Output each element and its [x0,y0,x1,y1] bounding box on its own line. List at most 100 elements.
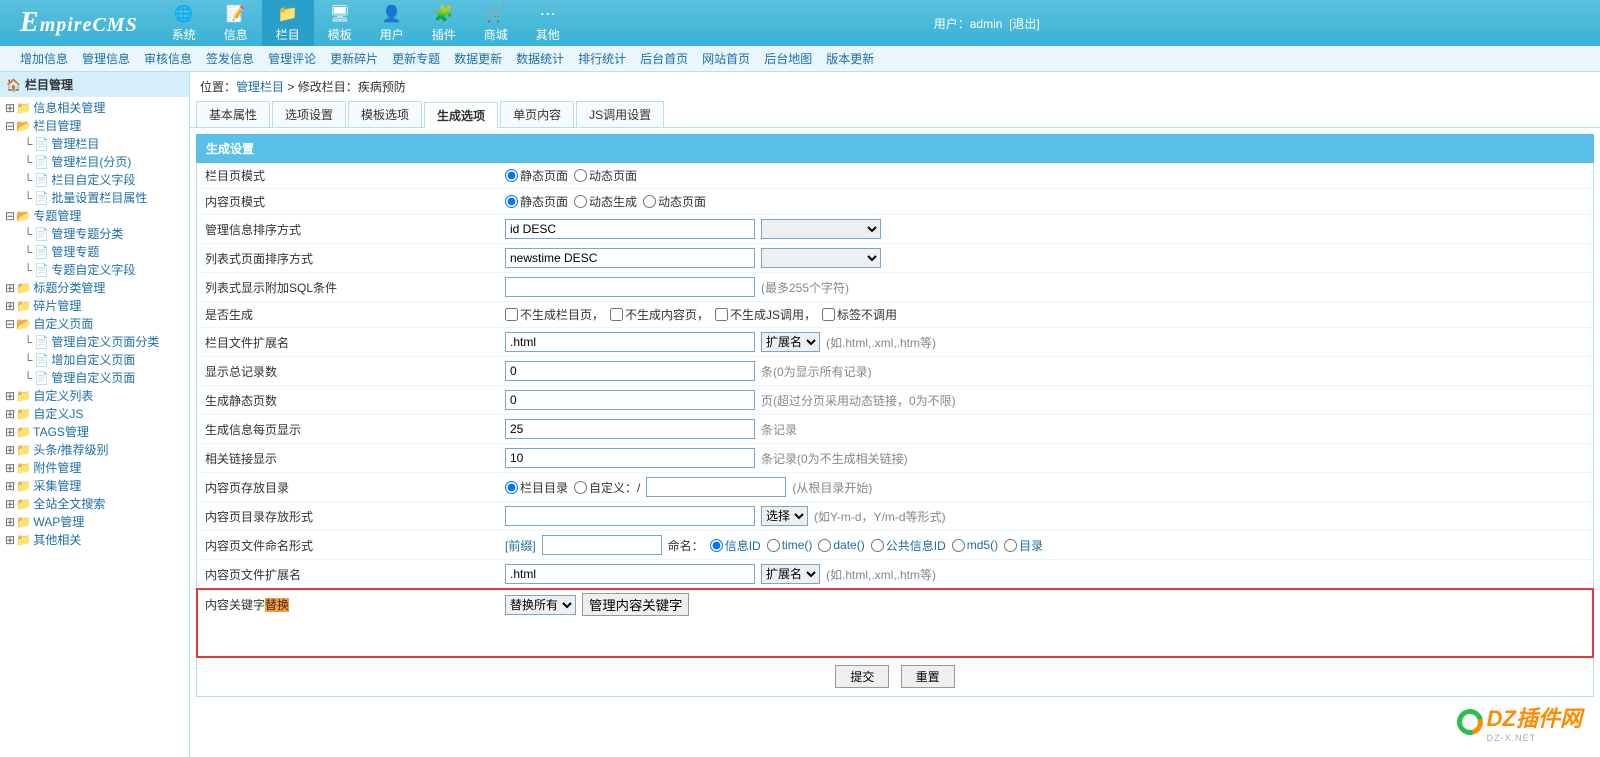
input-column-ext[interactable] [505,332,755,352]
tree-item-WAP管理[interactable]: WAP管理 [33,515,84,529]
input-per-page[interactable] [505,419,755,439]
input-content-ext[interactable] [505,564,755,584]
radio-naming-pubid[interactable]: 公共信息ID [871,537,946,554]
tree-item-采集管理[interactable]: 采集管理 [33,479,81,493]
chk-no-tag[interactable]: 标签不调用 [822,306,897,323]
tree-item-全站全文搜索[interactable]: 全站全文搜索 [33,497,105,511]
user-name-link[interactable]: admin [970,17,1003,31]
tree-item-管理专题[interactable]: 管理专题 [51,245,99,259]
tree-item-附件管理[interactable]: 附件管理 [33,461,81,475]
radio-naming-infoid[interactable]: 信息ID [710,537,761,554]
tree-item-专题自定义字段[interactable]: 专题自定义字段 [51,263,135,277]
radio-naming-md5[interactable]: md5() [952,538,998,552]
radio-naming-dir[interactable]: 目录 [1004,537,1043,554]
chk-no-column-page[interactable]: 不生成栏目页， [505,306,604,323]
input-static-pages[interactable] [505,390,755,410]
tree-toggle[interactable]: ⊞ [4,423,16,441]
radio-content-static[interactable]: 静态页面 [505,193,568,210]
select-store-format[interactable]: 选择 [761,506,808,526]
topnav-其他[interactable]: ⋯其他 [522,0,574,46]
tree-item-管理自定义页面分类[interactable]: 管理自定义页面分类 [51,335,159,349]
tree-toggle[interactable]: ⊞ [4,387,16,405]
topnav-系统[interactable]: 🌐系统 [158,0,210,46]
tree-toggle[interactable]: ⊞ [4,405,16,423]
radio-dynamic-page[interactable]: 动态页面 [574,167,637,184]
tree-item-头条/推荐级别[interactable]: 头条/推荐级别 [33,443,108,457]
select-order-list[interactable] [761,248,881,268]
tree-item-管理自定义页面[interactable]: 管理自定义页面 [51,371,135,385]
subnav-管理评论[interactable]: 管理评论 [268,50,316,67]
topnav-模板[interactable]: 🖥模板 [314,0,366,46]
tree-item-管理栏目(分页)[interactable]: 管理栏目(分页) [51,155,131,169]
tree-toggle[interactable]: ⊟ [4,315,16,333]
tree-item-栏目自定义字段[interactable]: 栏目自定义字段 [51,173,135,187]
tree-item-TAGS管理[interactable]: TAGS管理 [33,425,89,439]
logout-link[interactable]: [退出] [1009,17,1040,31]
tab-模板选项[interactable]: 模板选项 [348,101,422,127]
subnav-更新碎片[interactable]: 更新碎片 [330,50,378,67]
select-keyword-replace[interactable]: 替换所有 [505,595,576,615]
subnav-版本更新[interactable]: 版本更新 [826,50,874,67]
topnav-栏目[interactable]: 📁栏目 [262,0,314,46]
tree-toggle[interactable]: ⊞ [4,513,16,531]
tab-JS调用设置[interactable]: JS调用设置 [576,101,664,127]
tree-toggle[interactable]: ⊟ [4,207,16,225]
input-sql-condition[interactable] [505,277,755,297]
tab-选项设置[interactable]: 选项设置 [272,101,346,127]
radio-dir-custom[interactable]: 自定义：/ [574,479,640,496]
tree-toggle[interactable]: ⊞ [4,531,16,549]
tab-基本属性[interactable]: 基本属性 [196,101,270,127]
subnav-网站首页[interactable]: 网站首页 [702,50,750,67]
radio-dir-column[interactable]: 栏目目录 [505,479,568,496]
tree-item-自定义JS[interactable]: 自定义JS [33,407,83,421]
tree-item-其他相关[interactable]: 其他相关 [33,533,81,547]
select-order-manage[interactable] [761,219,881,239]
tree-item-栏目管理[interactable]: 栏目管理 [33,119,81,133]
input-store-format[interactable] [505,506,755,526]
topnav-用户[interactable]: 👤用户 [366,0,418,46]
radio-naming-time[interactable]: time() [767,538,813,552]
input-order-manage[interactable] [505,219,755,239]
input-related-links[interactable] [505,448,755,468]
tree-toggle[interactable]: ⊞ [4,459,16,477]
radio-content-dynamic[interactable]: 动态页面 [643,193,706,210]
subnav-管理信息[interactable]: 管理信息 [82,50,130,67]
radio-naming-date[interactable]: date() [818,538,864,552]
chk-no-content-page[interactable]: 不生成内容页， [610,306,709,323]
tree-item-管理专题分类[interactable]: 管理专题分类 [51,227,123,241]
tree-item-批量设置栏目属性[interactable]: 批量设置栏目属性 [51,191,147,205]
select-column-ext[interactable]: 扩展名 [761,332,820,352]
tree-toggle[interactable]: ⊞ [4,495,16,513]
tree-item-专题管理[interactable]: 专题管理 [33,209,81,223]
tab-生成选项[interactable]: 生成选项 [424,102,498,128]
topnav-商城[interactable]: 🛒商城 [470,0,522,46]
reset-button[interactable]: 重置 [901,665,955,688]
subnav-审核信息[interactable]: 审核信息 [144,50,192,67]
input-order-list[interactable] [505,248,755,268]
tree-item-标题分类管理[interactable]: 标题分类管理 [33,281,105,295]
tree-toggle[interactable]: ⊞ [4,99,16,117]
chk-no-js[interactable]: 不生成JS调用， [715,306,816,323]
tree-item-碎片管理[interactable]: 碎片管理 [33,299,81,313]
tree-toggle[interactable]: ⊟ [4,117,16,135]
subnav-后台首页[interactable]: 后台首页 [640,50,688,67]
tree-item-自定义列表[interactable]: 自定义列表 [33,389,93,403]
subnav-更新专题[interactable]: 更新专题 [392,50,440,67]
tree-toggle[interactable]: ⊞ [4,477,16,495]
radio-content-dyngen[interactable]: 动态生成 [574,193,637,210]
manage-keywords-button[interactable]: 管理内容关键字 [582,593,689,616]
input-naming-prefix[interactable] [542,535,662,555]
tree-toggle[interactable]: ⊞ [4,279,16,297]
tree-toggle[interactable]: ⊞ [4,297,16,315]
tab-单页内容[interactable]: 单页内容 [500,101,574,127]
tree-item-增加自定义页面[interactable]: 增加自定义页面 [51,353,135,367]
select-content-ext[interactable]: 扩展名 [761,564,820,584]
input-total-records[interactable] [505,361,755,381]
tree-item-管理栏目[interactable]: 管理栏目 [51,137,99,151]
crumb-manage-link[interactable]: 管理栏目 [236,80,284,94]
subnav-增加信息[interactable]: 增加信息 [20,50,68,67]
subnav-签发信息[interactable]: 签发信息 [206,50,254,67]
submit-button[interactable]: 提交 [835,665,889,688]
tree-item-自定义页面[interactable]: 自定义页面 [33,317,93,331]
subnav-排行统计[interactable]: 排行统计 [578,50,626,67]
